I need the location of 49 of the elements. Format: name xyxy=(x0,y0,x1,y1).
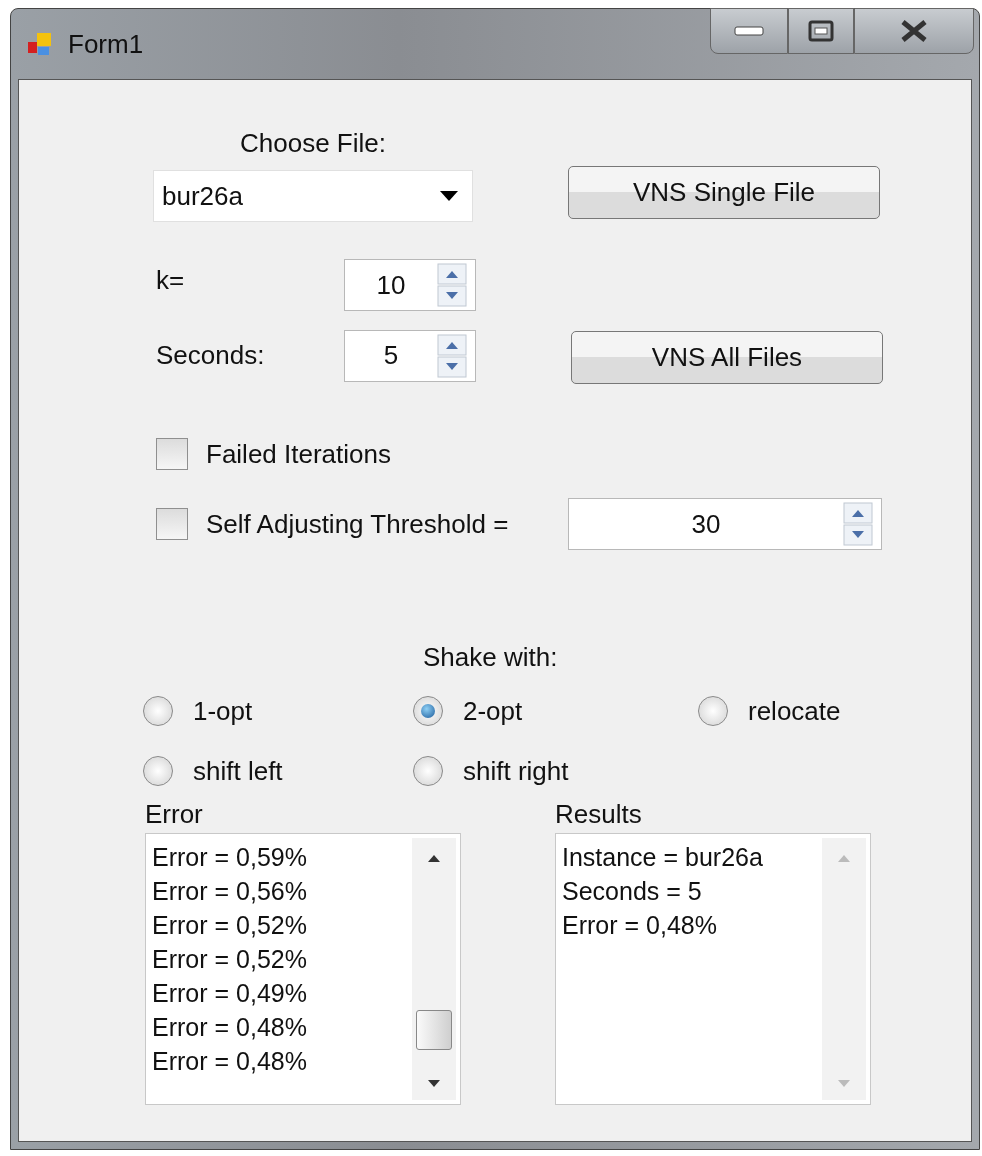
maximize-icon xyxy=(808,20,834,42)
k-spinbox[interactable]: 10 xyxy=(344,259,476,311)
scroll-bar[interactable] xyxy=(412,838,456,1100)
list-box[interactable]: Instance = bur26a Seconds = 5 Error = 0,48% xyxy=(555,833,871,1105)
list-item: Error = 0,48% xyxy=(152,1012,308,1043)
minimize-icon xyxy=(734,25,764,37)
list-item: Seconds = 5 xyxy=(562,876,703,907)
shake-with-label: Shake with: xyxy=(423,642,559,673)
radio-label: 1-opt xyxy=(193,695,253,727)
checkbox[interactable] xyxy=(156,508,188,540)
vns-single-file-button[interactable]: VNS Single File xyxy=(568,166,880,219)
list-item: Error = 0,48% xyxy=(152,1046,308,1077)
list-label: Results xyxy=(555,799,643,831)
k-label: k= xyxy=(155,265,186,296)
seconds-label: Seconds: xyxy=(155,340,266,371)
list-box[interactable]: Error = 0,59% Error = 0,56% Error = 0,52% Error = 0,52% Error = 0,49% Error = 0,48% Error = 0,48% xyxy=(145,833,461,1105)
vns-all-files-button[interactable]: VNS All Files xyxy=(571,331,883,384)
list-item: Error = 0,52% xyxy=(152,944,308,975)
threshold-spinbox[interactable]: 30 xyxy=(568,498,882,550)
radio-button[interactable] xyxy=(143,696,173,726)
radio-button[interactable] xyxy=(413,696,443,726)
list-item: Error = 0,52% xyxy=(152,910,308,941)
choose-file-label: Choose File: xyxy=(240,128,386,160)
radio-button[interactable] xyxy=(413,756,443,786)
radio-button[interactable] xyxy=(698,696,728,726)
radio-button[interactable] xyxy=(143,756,173,786)
seconds-spinbox[interactable]: 5 xyxy=(344,329,476,382)
scroll-bar[interactable] xyxy=(822,838,866,1100)
radio-label: shift right xyxy=(463,755,569,787)
maximize-button[interactable] xyxy=(788,8,854,54)
close-button[interactable] xyxy=(854,8,974,54)
radio-label: 2-opt xyxy=(463,695,523,727)
close-icon xyxy=(899,19,929,43)
file-dropdown[interactable]: bur26a xyxy=(153,170,473,222)
app-icon xyxy=(26,30,54,58)
radio-label: shift left xyxy=(193,755,283,787)
list-item: Instance = bur26a xyxy=(562,842,764,873)
list-label: Error xyxy=(145,799,204,831)
list-item: Error = 0,49% xyxy=(152,978,308,1009)
list-item: Error = 0,56% xyxy=(152,876,308,907)
dropdown-caret-icon xyxy=(440,191,458,201)
list-item: Error = 0,59% xyxy=(152,842,308,873)
checkbox-label: Failed Iterations xyxy=(206,438,391,470)
minimize-button[interactable] xyxy=(710,8,788,54)
list-item: Error = 0,48% xyxy=(562,910,718,941)
radio-label: relocate xyxy=(748,695,841,727)
checkbox[interactable] xyxy=(156,438,188,470)
checkbox-label: Self Adjusting Threshold = xyxy=(206,508,510,540)
window-title: Form1 xyxy=(68,28,144,60)
